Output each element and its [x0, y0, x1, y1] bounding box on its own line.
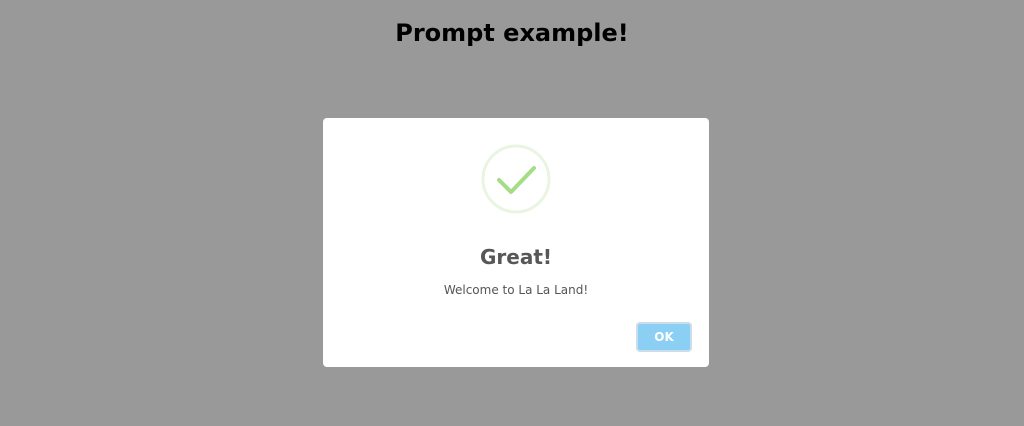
success-check-icon — [481, 144, 551, 214]
alert-dialog: Great! Welcome to La La Land! OK — [323, 118, 709, 367]
ok-button[interactable]: OK — [636, 322, 692, 352]
dialog-title: Great! — [479, 245, 553, 269]
page-title: Prompt example! — [395, 19, 629, 47]
dialog-message: Welcome to La La Land! — [443, 283, 589, 297]
